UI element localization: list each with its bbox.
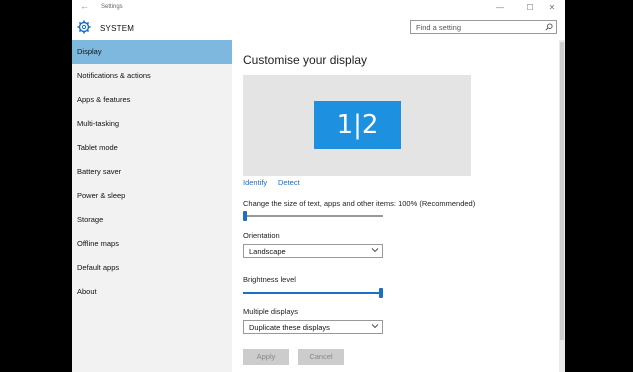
search-icon: [545, 23, 553, 31]
chevron-down-icon: [371, 324, 379, 329]
brightness-slider-thumb[interactable]: [379, 288, 383, 298]
sidebar-item-multitasking[interactable]: Multi-tasking: [72, 112, 232, 136]
settings-window: ← Settings — ☐ ✕ SYSTEM Find a setting D: [72, 0, 565, 372]
orientation-value: Landscape: [249, 247, 286, 256]
search-input[interactable]: Find a setting: [410, 20, 557, 34]
search-placeholder: Find a setting: [416, 23, 462, 32]
sidebar: Display Notifications & actions Apps & f…: [72, 40, 232, 372]
monitor-tile[interactable]: 1|2: [314, 101, 401, 149]
brightness-slider[interactable]: [243, 288, 383, 298]
minimize-button[interactable]: —: [487, 0, 513, 16]
back-arrow-icon[interactable]: ←: [80, 1, 89, 11]
scrollbar-thumb[interactable]: [560, 42, 564, 340]
sidebar-item-default-apps[interactable]: Default apps: [72, 256, 232, 280]
sidebar-item-offline-maps[interactable]: Offline maps: [72, 232, 232, 256]
scale-slider[interactable]: [243, 211, 383, 221]
multiple-displays-dropdown[interactable]: Duplicate these displays: [243, 320, 383, 334]
sidebar-item-apps-features[interactable]: Apps & features: [72, 88, 232, 112]
sidebar-item-battery-saver[interactable]: Battery saver: [72, 160, 232, 184]
scale-slider-track: [243, 215, 383, 217]
orientation-dropdown[interactable]: Landscape: [243, 244, 383, 258]
display-preview: 1|2: [243, 75, 471, 176]
multiple-displays-label: Multiple displays: [243, 307, 299, 316]
header: SYSTEM Find a setting: [72, 16, 565, 40]
orientation-label: Orientation: [243, 231, 280, 240]
sidebar-item-notifications[interactable]: Notifications & actions: [72, 64, 232, 88]
cancel-button[interactable]: Cancel: [298, 349, 344, 365]
brightness-slider-fill: [243, 292, 383, 294]
page-title: Customise your display: [243, 53, 368, 67]
scale-slider-thumb[interactable]: [243, 211, 247, 221]
sidebar-item-power-sleep[interactable]: Power & sleep: [72, 184, 232, 208]
scale-label: Change the size of text, apps and other …: [243, 199, 476, 208]
multiple-displays-value: Duplicate these displays: [249, 323, 330, 332]
sidebar-item-display[interactable]: Display: [72, 40, 232, 64]
apply-button[interactable]: Apply: [243, 349, 289, 365]
sidebar-item-about[interactable]: About: [72, 280, 232, 304]
section-title: SYSTEM: [100, 24, 135, 33]
scrollbar[interactable]: [559, 40, 565, 372]
main-panel: Customise your display 1|2 Identify Dete…: [232, 40, 559, 372]
title-bar: ← Settings — ☐ ✕: [72, 0, 565, 16]
close-button[interactable]: ✕: [539, 0, 565, 16]
window-title: Settings: [101, 4, 123, 10]
identify-link[interactable]: Identify: [243, 178, 267, 187]
sidebar-item-tablet-mode[interactable]: Tablet mode: [72, 136, 232, 160]
brightness-label: Brightness level: [243, 275, 296, 284]
chevron-down-icon: [371, 248, 379, 253]
gear-icon: [77, 20, 91, 34]
detect-link[interactable]: Detect: [278, 178, 300, 187]
sidebar-item-storage[interactable]: Storage: [72, 208, 232, 232]
